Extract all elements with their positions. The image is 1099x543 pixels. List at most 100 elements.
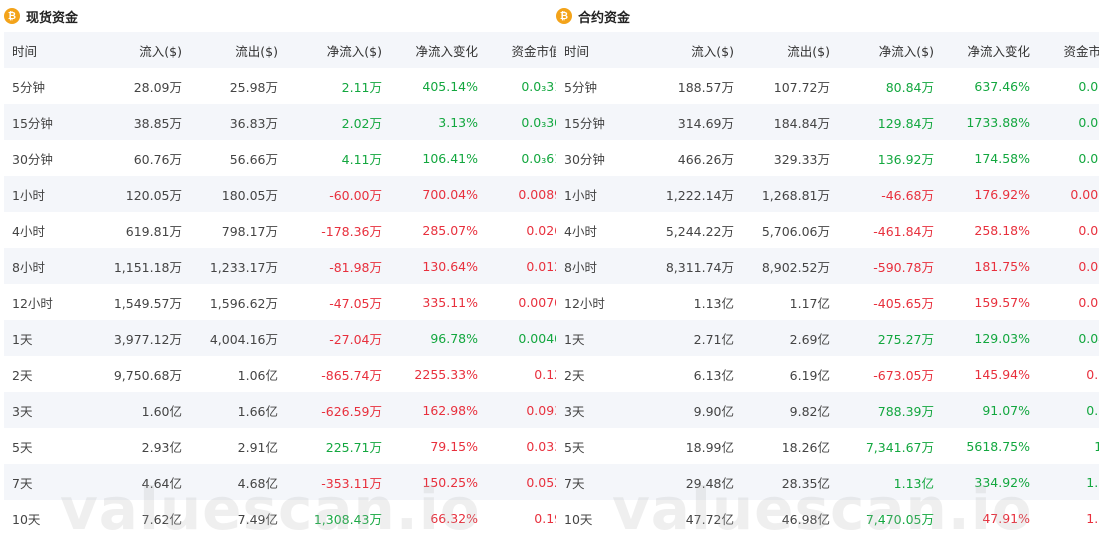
cell-net-inflow: 129.84万: [838, 104, 942, 140]
cell-net-inflow: 225.71万: [286, 428, 390, 464]
cell-outflow: 2.91亿: [190, 428, 286, 464]
table-row: 2天6.13亿6.19亿-673.05万145.94%0.10%: [556, 356, 1099, 392]
cell-net-inflow: 7,341.67万: [838, 428, 942, 464]
table-row: 2天 9,750.68万 1.06亿 -865.74万 2255.33% 0.12%: [4, 356, 582, 392]
cell-inflow: 38.85万: [94, 104, 190, 140]
cell-net-change: 258.18%: [942, 212, 1038, 248]
table-row: 5分钟 28.09万 25.98万 2.11万 405.14% 0.0₃31%: [4, 68, 582, 104]
column-header-time: 时间: [556, 32, 646, 68]
cell-inflow: 466.26万: [646, 140, 742, 176]
futures-funds-table: 时间 流入($) 流出($) 净流入($) 净流入变化 资金市值比 5分钟188…: [556, 32, 1099, 536]
cell-time: 12小时: [4, 284, 94, 320]
cell-net-change: 129.03%: [942, 320, 1038, 356]
cell-net-change: 335.11%: [390, 284, 486, 320]
table-row: 3天 1.60亿 1.66亿 -626.59万 162.98% 0.093%: [4, 392, 582, 428]
table-row: 1天2.71亿2.69亿275.27万129.03%0.041%: [556, 320, 1099, 356]
cell-inflow: 314.69万: [646, 104, 742, 140]
table-header-row: 时间 流入($) 流出($) 净流入($) 净流入变化 资金市值比: [556, 32, 1099, 68]
cell-net-inflow: -353.11万: [286, 464, 390, 500]
table-row: 5分钟188.57万107.72万80.84万637.46%0.012%: [556, 68, 1099, 104]
cell-outflow: 2.69亿: [742, 320, 838, 356]
cell-net-inflow: 788.39万: [838, 392, 942, 428]
cell-time: 8小时: [556, 248, 646, 284]
cell-ratio: 0.019%: [1038, 104, 1099, 140]
cell-ratio: 0.041%: [1038, 320, 1099, 356]
cell-outflow: 6.19亿: [742, 356, 838, 392]
cell-ratio: 0.11%: [1038, 392, 1099, 428]
cell-net-inflow: 136.92万: [838, 140, 942, 176]
table-row: 7天 4.64亿 4.68亿 -353.11万 150.25% 0.052%: [4, 464, 582, 500]
cell-net-change: 637.46%: [942, 68, 1038, 104]
cell-net-change: 150.25%: [390, 464, 486, 500]
cell-net-inflow: 80.84万: [838, 68, 942, 104]
cell-time: 10天: [4, 500, 94, 536]
cell-outflow: 1,596.62万: [190, 284, 286, 320]
cell-net-inflow: 1.13亿: [838, 464, 942, 500]
column-header-ratio: 资金市值比: [1038, 32, 1099, 68]
cell-time: 5天: [4, 428, 94, 464]
cell-inflow: 1,222.14万: [646, 176, 742, 212]
table-row: 10天47.72亿46.98亿7,470.05万47.91%1.12%: [556, 500, 1099, 536]
cell-outflow: 25.98万: [190, 68, 286, 104]
coin-icon: ₿: [556, 8, 572, 24]
cell-ratio: 0.0069%: [1038, 176, 1099, 212]
cell-inflow: 9.90亿: [646, 392, 742, 428]
column-header-outflow: 流出($): [190, 32, 286, 68]
table-row: 4小时5,244.22万5,706.06万-461.84万258.18%0.06…: [556, 212, 1099, 248]
cell-inflow: 3,977.12万: [94, 320, 190, 356]
cell-time: 4小时: [4, 212, 94, 248]
cell-net-inflow: 7,470.05万: [838, 500, 942, 536]
cell-time: 30分钟: [556, 140, 646, 176]
cell-net-change: 47.91%: [942, 500, 1038, 536]
cell-ratio: 0.020%: [1038, 140, 1099, 176]
cell-net-inflow: 1,308.43万: [286, 500, 390, 536]
cell-net-inflow: -81.98万: [286, 248, 390, 284]
table-header-row: 时间 流入($) 流出($) 净流入($) 净流入变化 资金市值比: [4, 32, 582, 68]
cell-net-change: 176.92%: [942, 176, 1038, 212]
cell-outflow: 56.66万: [190, 140, 286, 176]
cell-net-change: 91.07%: [942, 392, 1038, 428]
cell-inflow: 1,549.57万: [94, 284, 190, 320]
cell-net-change: 405.14%: [390, 68, 486, 104]
cell-inflow: 120.05万: [94, 176, 190, 212]
table-row: 1小时1,222.14万1,268.81万-46.68万176.92%0.006…: [556, 176, 1099, 212]
table-row: 4小时 619.81万 798.17万 -178.36万 285.07% 0.026%: [4, 212, 582, 248]
cell-net-change: 1733.88%: [942, 104, 1038, 140]
column-header-inflow: 流入($): [94, 32, 190, 68]
cell-outflow: 1,233.17万: [190, 248, 286, 284]
column-header-outflow: 流出($): [742, 32, 838, 68]
cell-outflow: 798.17万: [190, 212, 286, 248]
cell-net-inflow: 4.11万: [286, 140, 390, 176]
column-header-time: 时间: [4, 32, 94, 68]
cell-net-change: 145.94%: [942, 356, 1038, 392]
cell-net-change: 181.75%: [942, 248, 1038, 284]
cell-outflow: 1.17亿: [742, 284, 838, 320]
cell-ratio: 1.69%: [1038, 464, 1099, 500]
cell-outflow: 1,268.81万: [742, 176, 838, 212]
cell-net-inflow: -178.36万: [286, 212, 390, 248]
cell-net-inflow: -27.04万: [286, 320, 390, 356]
cell-net-change: 700.04%: [390, 176, 486, 212]
cell-outflow: 5,706.06万: [742, 212, 838, 248]
cell-time: 1小时: [4, 176, 94, 212]
cell-time: 7天: [4, 464, 94, 500]
cell-time: 3天: [556, 392, 646, 428]
cell-net-inflow: -46.68万: [838, 176, 942, 212]
cell-outflow: 4,004.16万: [190, 320, 286, 356]
cell-time: 8小时: [4, 248, 94, 284]
cell-time: 4小时: [556, 212, 646, 248]
table-row: 8小时8,311.74万8,902.52万-590.78万181.75%0.08…: [556, 248, 1099, 284]
spot-funds-panel: ₿ 现货资金 时间 流入($) 流出($) 净流入($) 净流入变化 资金市值比…: [4, 0, 582, 536]
cell-time: 2天: [4, 356, 94, 392]
cell-outflow: 1.06亿: [190, 356, 286, 392]
cell-inflow: 1.60亿: [94, 392, 190, 428]
cell-time: 5天: [556, 428, 646, 464]
cell-outflow: 329.33万: [742, 140, 838, 176]
cell-time: 30分钟: [4, 140, 94, 176]
table-row: 1小时 120.05万 180.05万 -60.00万 700.04% 0.0089%: [4, 176, 582, 212]
cell-time: 10天: [556, 500, 646, 536]
cell-time: 1天: [4, 320, 94, 356]
column-header-net-inflow: 净流入($): [286, 32, 390, 68]
table-row: 30分钟 60.76万 56.66万 4.11万 106.41% 0.0₃61%: [4, 140, 582, 176]
cell-outflow: 9.82亿: [742, 392, 838, 428]
